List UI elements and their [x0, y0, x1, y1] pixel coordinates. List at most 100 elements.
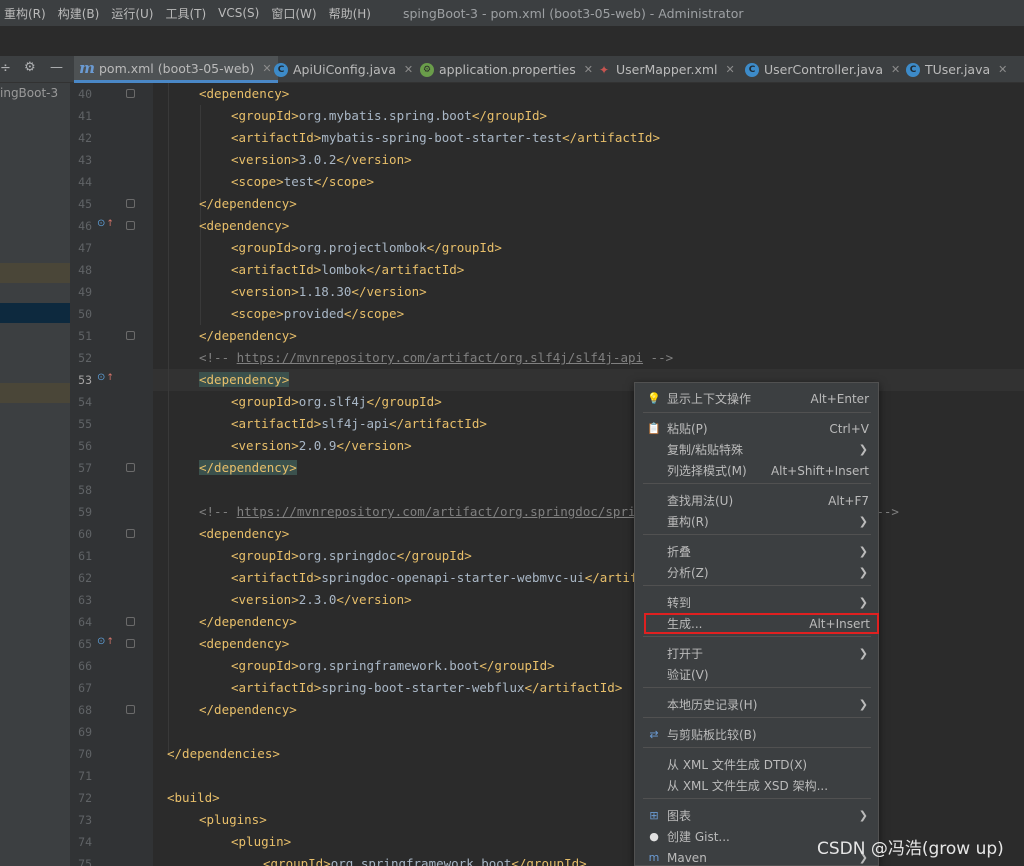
line-number: 71 — [78, 769, 92, 783]
line-number: 57 — [78, 461, 92, 475]
context-menu-item[interactable]: 从 XML 文件生成 XSD 架构... — [635, 775, 878, 796]
context-menu-item[interactable]: ⊞ 图表 ❯ — [635, 805, 878, 826]
xml-comment: https://mvnrepository.com/artifact/org.s… — [236, 350, 644, 365]
xml-tag: <groupId> — [231, 548, 299, 563]
context-menu-item[interactable]: 复制/粘贴特殊 ❯ — [635, 439, 878, 460]
menu-tools[interactable]: 工具(T) — [159, 5, 212, 22]
fold-marker-icon[interactable] — [126, 331, 135, 340]
project-tool-controls: ÷ ⚙ — — [0, 56, 70, 83]
line-number: 74 — [78, 835, 92, 849]
minimize-icon[interactable]: — — [50, 60, 63, 75]
context-menu-item[interactable]: 生成... Alt+Insert — [644, 613, 879, 634]
code-line: <version>2.3.0</version> — [231, 589, 412, 611]
context-menu-item[interactable]: ⇄ 与剪贴板比较(B) — [635, 724, 878, 745]
chevron-right-icon: ❯ — [858, 698, 868, 711]
line-number: 73 — [78, 813, 92, 827]
fold-marker-icon[interactable] — [126, 463, 135, 472]
context-menu-item[interactable]: 重构(R) ❯ — [635, 511, 878, 532]
close-icon[interactable]: ✕ — [262, 62, 271, 75]
menu-help[interactable]: 帮助(H) — [323, 5, 377, 22]
code-line: <artifactId>mybatis-spring-boot-starter-… — [231, 127, 660, 149]
maven-dependency-gutter-icon[interactable]: ⊙↑ — [97, 636, 114, 647]
code-line: <groupId>org.projectlombok</groupId> — [231, 237, 502, 259]
line-number: 67 — [78, 681, 92, 695]
code-line: <version>2.0.9</version> — [231, 435, 412, 457]
github-icon: ● — [649, 830, 659, 843]
menu-separator — [643, 687, 871, 688]
close-icon[interactable]: ✕ — [891, 63, 900, 76]
line-number: 44 — [78, 175, 92, 189]
maven-dependency-gutter-icon[interactable]: ⊙↑ — [97, 218, 114, 229]
xml-text: spring-boot-starter-webflux — [321, 680, 525, 695]
context-menu-item[interactable]: 💡 显示上下文操作 Alt+Enter — [635, 388, 878, 409]
menu-refactor[interactable]: 重构(R) — [0, 5, 52, 22]
fold-marker-icon[interactable] — [126, 199, 135, 208]
chevron-right-icon: ❯ — [858, 647, 868, 660]
xml-tag: <artifactId> — [231, 570, 322, 585]
context-menu-item[interactable]: 从 XML 文件生成 DTD(X) — [635, 754, 878, 775]
tab-usercontroller[interactable]: C UserController.java ✕ — [745, 56, 900, 83]
menu-vcs[interactable]: VCS(S) — [212, 6, 265, 20]
tab-tuser[interactable]: C TUser.java ✕ — [906, 56, 1007, 83]
xml-tag: <dependency> — [199, 636, 290, 651]
tab-label: UserMapper.xml — [616, 62, 718, 77]
xml-comment: --> — [643, 350, 674, 365]
context-menu-item[interactable]: 本地历史记录(H) ❯ — [635, 694, 878, 715]
close-icon[interactable]: ✕ — [404, 63, 413, 76]
xml-tag: </scope> — [343, 306, 405, 321]
xml-tag: </version> — [336, 438, 412, 453]
menu-run[interactable]: 运行(U) — [105, 5, 159, 22]
xml-text: 1.18.30 — [298, 284, 352, 299]
fold-marker-icon[interactable] — [126, 89, 135, 98]
menu-item-label: 与剪贴板比较(B) — [667, 728, 757, 742]
close-icon[interactable]: ✕ — [726, 63, 735, 76]
code-editor[interactable]: <dependency> <groupId>org.mybatis.spring.… — [153, 83, 1024, 866]
fold-marker-icon[interactable] — [126, 705, 135, 714]
xml-tag: <groupId> — [231, 240, 299, 255]
fold-marker-icon[interactable] — [126, 639, 135, 648]
project-name[interactable]: ingBoot-3 — [0, 86, 58, 100]
fold-marker-icon[interactable] — [126, 221, 135, 230]
class-icon: C — [274, 62, 288, 77]
menu-item-label: 验证(V) — [667, 668, 709, 682]
close-icon[interactable]: ✕ — [998, 63, 1007, 76]
line-number: 49 — [78, 285, 92, 299]
menu-item-label: 创建 Gist... — [667, 830, 730, 844]
line-number: 51 — [78, 329, 92, 343]
tab-pom-xml[interactable]: m pom.xml (boot3-05-web) ✕ — [74, 56, 278, 83]
menu-item-label: 重构(R) — [667, 515, 709, 529]
menu-item-label: 显示上下文操作 — [667, 392, 752, 406]
class-icon: C — [906, 62, 920, 77]
xml-tag: </dependencies> — [167, 746, 280, 761]
menu-window[interactable]: 窗口(W) — [265, 5, 322, 22]
line-number: 53 — [78, 373, 92, 387]
context-menu-item[interactable]: 折叠 ❯ — [635, 541, 878, 562]
context-menu-item[interactable]: 分析(Z) ❯ — [635, 562, 878, 583]
xml-tag: <dependency> — [199, 218, 290, 233]
line-number: 61 — [78, 549, 92, 563]
gear-icon[interactable]: ⚙ — [24, 60, 36, 75]
expand-icon[interactable]: ÷ — [0, 61, 11, 76]
context-menu-item[interactable]: 列选择模式(M) Alt+Shift+Insert — [635, 460, 878, 481]
context-menu-item[interactable]: 📋 粘贴(P) Ctrl+V — [635, 418, 878, 439]
menu-build[interactable]: 构建(B) — [52, 5, 106, 22]
fold-marker-icon[interactable] — [126, 529, 135, 538]
tab-application-properties[interactable]: ⚙ application.properties ✕ — [420, 56, 593, 83]
context-menu-item[interactable]: 打开于 ❯ — [635, 643, 878, 664]
xml-text: slf4j-api — [321, 416, 390, 431]
context-menu-item[interactable]: 转到 ❯ — [635, 592, 878, 613]
context-menu-item[interactable]: 验证(V) — [635, 664, 878, 685]
menu-item-label: Maven — [667, 850, 707, 865]
tab-usermapper[interactable]: ✦ UserMapper.xml ✕ — [597, 56, 735, 83]
xml-tag: </version> — [336, 592, 412, 607]
close-icon[interactable]: ✕ — [584, 63, 593, 76]
fold-marker-icon[interactable] — [126, 617, 135, 626]
maven-dependency-gutter-icon[interactable]: ⊙↑ — [97, 372, 114, 383]
line-number: 50 — [78, 307, 92, 321]
line-number: 64 — [78, 615, 92, 629]
code-line: <groupId>org.springdoc</groupId> — [231, 545, 472, 567]
maven-icon: m — [79, 59, 95, 77]
tab-apiuiconfig[interactable]: C ApiUiConfig.java ✕ — [274, 56, 413, 83]
context-menu-item[interactable]: 查找用法(U) Alt+F7 — [635, 490, 878, 511]
xml-comment: <!-- — [199, 504, 237, 519]
